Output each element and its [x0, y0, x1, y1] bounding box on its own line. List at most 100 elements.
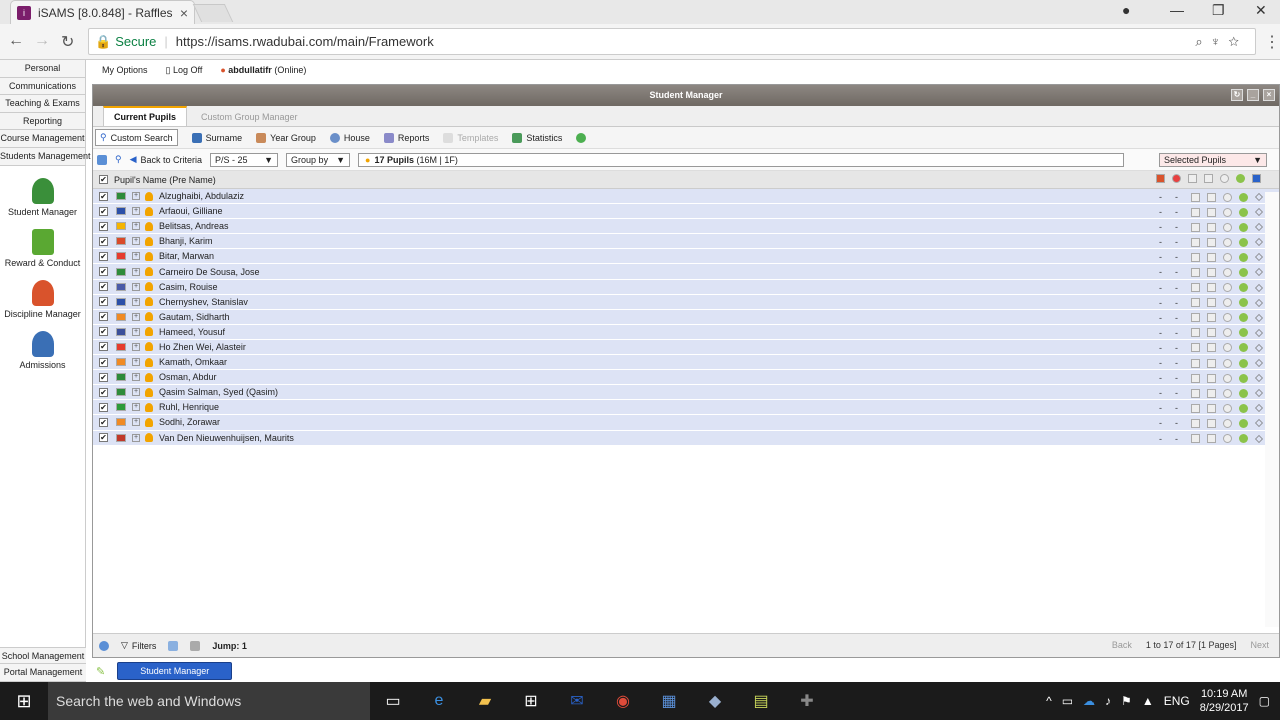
expand-icon[interactable]: + [132, 192, 140, 201]
zoom-search-icon[interactable]: ⚲ [115, 154, 122, 165]
helmet-icon[interactable] [1223, 328, 1232, 338]
reload-icon[interactable]: ↻ [61, 32, 74, 52]
filter-icon[interactable] [1255, 389, 1263, 398]
expand-icon[interactable]: + [132, 282, 140, 291]
chrome-icon[interactable]: ◉ [600, 691, 646, 711]
helmet-icon[interactable] [1223, 207, 1232, 217]
tag-icon[interactable] [1239, 207, 1248, 217]
url-bar[interactable]: 🔒 Secure | https://isams.rwadubai.com/ma… [88, 28, 1256, 55]
bookmark-star-icon[interactable]: ☆ [1228, 34, 1247, 49]
log-off-link[interactable]: ▯ Log Off [166, 65, 203, 76]
sidebar-app-reward-conduct[interactable]: Reward & Conduct [0, 228, 85, 268]
group-by-select[interactable]: Group by ▼ [286, 152, 351, 167]
edge-icon[interactable]: e [416, 692, 462, 710]
print-icon[interactable] [190, 640, 201, 651]
notes-icon[interactable]: ▤ [738, 691, 784, 711]
pin-icon[interactable]: ♆ [1211, 34, 1229, 49]
pupil-name[interactable]: Casim, Rouise [159, 282, 218, 292]
table-row[interactable]: ✔ + Alzughaibi, Abdulaziz - - [93, 189, 1279, 205]
table-icon[interactable] [1207, 283, 1216, 293]
table-icon[interactable] [1207, 192, 1216, 202]
tab-current-pupils[interactable]: Current Pupils [103, 106, 188, 126]
table-icon[interactable] [1207, 434, 1216, 443]
tag-icon[interactable] [1239, 418, 1248, 428]
filter-icon[interactable] [1255, 253, 1263, 262]
document-icon[interactable] [1191, 283, 1200, 293]
expand-icon[interactable]: + [132, 267, 140, 276]
student-manager-window-button[interactable]: Student Manager [117, 662, 233, 680]
helmet-icon[interactable] [1223, 283, 1232, 293]
pupil-name[interactable]: Qasim Salman, Syed (Qasim) [159, 387, 278, 397]
language-indicator[interactable]: ENG [1164, 694, 1190, 708]
table-icon[interactable] [1207, 388, 1216, 398]
table-row[interactable]: ✔ + Chernyshev, Stanislav - - [93, 294, 1279, 310]
back-to-criteria-button[interactable]: ◀ Back to Criteria [130, 154, 202, 165]
table-icon[interactable] [1207, 267, 1216, 277]
table-row[interactable]: ✔ + Bhanji, Karim - - [93, 234, 1279, 250]
star-icon[interactable] [1172, 174, 1181, 183]
table-row[interactable]: ✔ + Qasim Salman, Syed (Qasim) - - [93, 385, 1279, 401]
helmet-icon[interactable] [1223, 358, 1232, 368]
pupil-name[interactable]: Ruhl, Henrique [159, 402, 219, 412]
table-icon[interactable] [1207, 418, 1216, 428]
column-header-name[interactable]: Pupil's Name (Pre Name) [114, 175, 216, 185]
expand-icon[interactable]: + [132, 373, 140, 382]
helmet-icon[interactable] [1223, 237, 1232, 247]
notifications-icon[interactable]: ▢ [1259, 694, 1270, 708]
pupil-name[interactable]: Sodhi, Zorawar [159, 417, 220, 427]
filter-icon[interactable] [1255, 268, 1263, 277]
document-icon[interactable] [1191, 373, 1200, 383]
table-row[interactable]: ✔ + Ruhl, Henrique - - [93, 400, 1279, 416]
forward-arrow-icon[interactable]: → [34, 32, 50, 50]
filter-icon[interactable] [1255, 298, 1263, 307]
filter-icon[interactable] [1255, 374, 1263, 383]
sidebar-link-communications[interactable]: Communications [0, 77, 85, 96]
row-checkbox[interactable]: ✔ [99, 236, 108, 246]
select-all-checkbox[interactable]: ✔ [99, 175, 108, 184]
back-page-button[interactable]: Back [1112, 640, 1132, 650]
helmet-icon[interactable] [1223, 343, 1232, 353]
document-icon[interactable] [1191, 403, 1200, 413]
row-checkbox[interactable]: ✔ [99, 433, 108, 443]
tab-custom-group-manager[interactable]: Custom Group Manager [191, 108, 308, 126]
close-window-icon[interactable]: ✕ [1255, 2, 1267, 19]
tag-icon[interactable] [1239, 373, 1248, 383]
table-icon[interactable] [1207, 373, 1216, 383]
tag-icon[interactable] [1239, 313, 1248, 323]
table-row[interactable]: ✔ + Osman, Abdur - - [93, 370, 1279, 386]
tag-icon[interactable] [1239, 343, 1248, 353]
table-row[interactable]: ✔ + Carneiro De Sousa, Jose - - [93, 264, 1279, 280]
pupil-name[interactable]: Van Den Nieuwenhuijsen, Maurits [159, 433, 294, 443]
expand-icon[interactable]: + [132, 207, 140, 216]
table-icon[interactable] [1207, 313, 1216, 323]
sidebar-link-teaching-exams[interactable]: Teaching & Exams [0, 95, 85, 113]
table-icon[interactable] [1207, 237, 1216, 247]
tag-icon[interactable] [1239, 192, 1248, 202]
document-icon[interactable] [1191, 358, 1200, 368]
dev-tool-icon[interactable]: ▦ [646, 691, 692, 711]
sidebar-link-course-management[interactable]: Course Management [0, 130, 85, 148]
windows-start-icon[interactable]: ⊞ [0, 691, 48, 712]
table-icon[interactable] [1207, 207, 1216, 217]
sidebar-link-portal-management[interactable]: Portal Management [0, 664, 86, 682]
helmet-icon[interactable] [1223, 434, 1232, 443]
document-icon[interactable] [1191, 343, 1200, 353]
volume-icon[interactable]: ♪ [1105, 694, 1111, 708]
house-button[interactable]: House [329, 132, 370, 143]
custom-search-button[interactable]: ⚲ Custom Search [95, 129, 178, 146]
minimize-panel-icon[interactable]: _ [1247, 89, 1259, 101]
scrollbar[interactable] [1265, 192, 1279, 627]
pupil-name[interactable]: Alzughaibi, Abdulaziz [159, 191, 244, 201]
document-icon[interactable] [1191, 222, 1200, 232]
pupil-name[interactable]: Kamath, Omkaar [159, 357, 227, 367]
templates-button[interactable]: Templates [443, 132, 498, 143]
filter-icon[interactable] [1255, 223, 1263, 232]
flag-icon[interactable] [1156, 174, 1165, 183]
filter-icon[interactable] [1255, 283, 1263, 292]
document-icon[interactable] [1188, 174, 1197, 183]
filters-button[interactable]: ▽ Filters [121, 640, 156, 651]
pupil-name[interactable]: Carneiro De Sousa, Jose [159, 267, 260, 277]
expand-icon[interactable]: + [132, 403, 140, 412]
row-checkbox[interactable]: ✔ [99, 191, 108, 201]
add-icon[interactable] [576, 132, 587, 143]
